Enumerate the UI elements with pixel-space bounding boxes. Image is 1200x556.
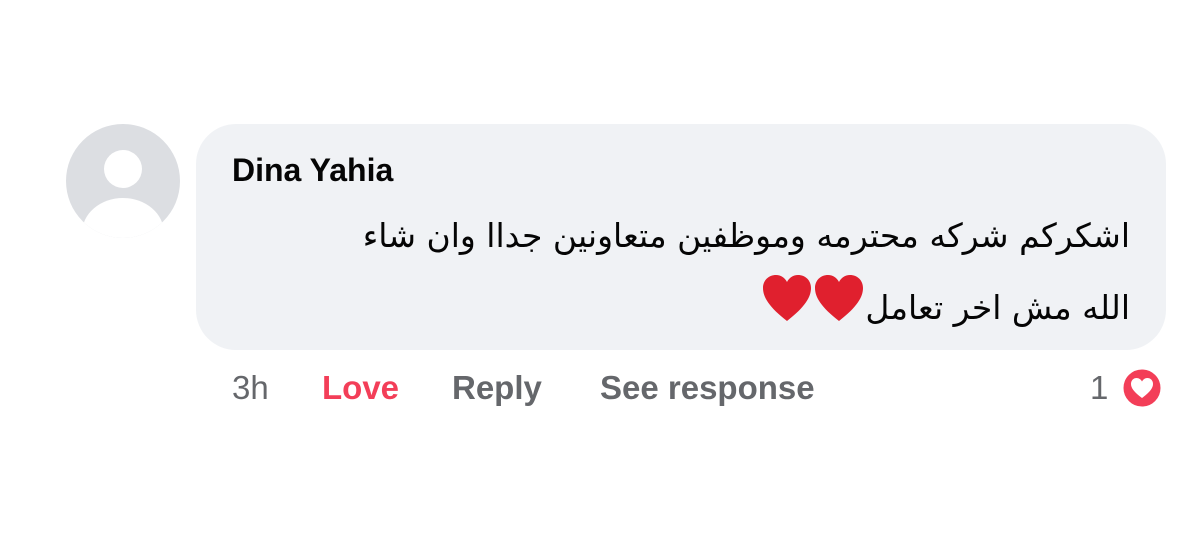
- comment-text-line-2-words: الله مش اخر تعامل: [865, 288, 1130, 327]
- comment-author[interactable]: Dina Yahia: [232, 150, 393, 190]
- comment-text-line-2: الله مش اخر تعامل: [224, 272, 1130, 350]
- comment-text-line-1: اشكركم شركه محترمه وموظفين متعاونين جداا…: [362, 216, 1130, 255]
- hearts-svg: [763, 275, 864, 321]
- comment-text: اشكركم شركه محترمه وموظفين متعاونين جداا…: [224, 200, 1130, 350]
- comment-bubble: Dina Yahia اشكركم شركه محترمه وموظفين مت…: [196, 124, 1166, 350]
- heart-shape: [815, 275, 864, 321]
- heart-emoji-icon: [761, 273, 865, 350]
- see-response-button[interactable]: See response: [600, 368, 815, 408]
- heart-shape: [763, 275, 812, 321]
- avatar-body-shape: [82, 198, 164, 238]
- reaction-count: 1: [1090, 369, 1109, 406]
- comment-actions: 3h Love Reply See response: [0, 364, 1200, 414]
- reply-button[interactable]: Reply: [452, 368, 542, 408]
- love-button[interactable]: Love: [322, 368, 399, 408]
- comment-timestamp[interactable]: 3h: [232, 368, 269, 408]
- avatar[interactable]: [66, 124, 180, 238]
- avatar-head-shape: [104, 150, 142, 188]
- love-reaction-icon: [1120, 366, 1164, 410]
